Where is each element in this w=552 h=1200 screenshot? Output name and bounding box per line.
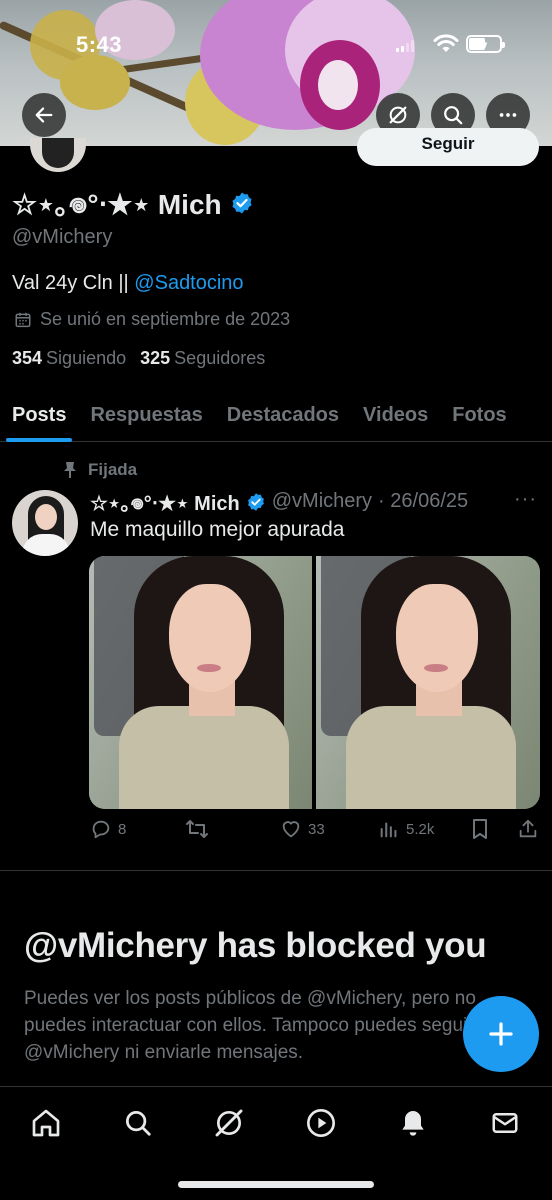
verified-badge-icon[interactable]: [230, 191, 254, 215]
post-image[interactable]: [316, 556, 540, 809]
views-icon: [380, 822, 397, 838]
post-author-name[interactable]: ☆⋆｡𖦹°‧★⋆ Mich: [90, 487, 240, 516]
battery-icon: ϟ: [466, 35, 505, 53]
compose-button[interactable]: [463, 996, 539, 1072]
share-button[interactable]: [517, 818, 539, 840]
bio-mention-link[interactable]: @Sadtocino: [134, 272, 243, 294]
nav-notifications[interactable]: [393, 1103, 433, 1143]
reply-button[interactable]: 8: [90, 818, 126, 840]
profile-handle: @vMichery: [12, 226, 113, 248]
heart-icon: [282, 821, 300, 838]
grok-icon: [389, 106, 407, 124]
home-indicator[interactable]: [178, 1181, 374, 1188]
home-icon: [32, 1109, 60, 1137]
blocked-description: Puedes ver los posts públicos de @vMiche…: [24, 988, 490, 1063]
joined-date: Se unió en septiembre de 2023: [14, 309, 290, 330]
plus-icon: [489, 1022, 513, 1046]
like-count: 33: [308, 820, 325, 838]
verified-badge-icon: [247, 492, 264, 511]
nav-messages[interactable]: [485, 1103, 525, 1143]
following-count: 354: [12, 348, 43, 368]
section-divider: [0, 870, 552, 871]
share-icon: [519, 819, 537, 838]
tab-photos[interactable]: Fotos: [440, 388, 518, 442]
nav-video[interactable]: [301, 1103, 341, 1143]
profile-tabs: Posts Respuestas Destacados Videos Fotos: [0, 388, 552, 442]
post-header: ☆⋆｡𖦹°‧★⋆ Mich @vMichery · 26/06/25: [90, 487, 468, 516]
post-date: · 26/06/25: [378, 490, 469, 512]
tab-highlights[interactable]: Destacados: [215, 388, 351, 442]
tab-videos[interactable]: Videos: [351, 388, 440, 442]
post-author-handle[interactable]: @vMichery: [272, 490, 372, 513]
display-name-text: ☆⋆｡𖦹°‧★⋆ Mich: [12, 189, 222, 220]
status-time: 5:43: [76, 32, 123, 57]
search-icon: [126, 1111, 151, 1136]
bell-icon: [402, 1111, 424, 1136]
status-bar: 5:43 ϟ: [0, 0, 552, 80]
post-more-button[interactable]: ···: [514, 488, 537, 511]
followers-count: 325: [140, 348, 171, 368]
follow-button[interactable]: Seguir: [357, 128, 539, 166]
reply-icon: [92, 820, 110, 839]
back-button[interactable]: [22, 93, 66, 137]
calendar-icon: [15, 312, 31, 327]
bio-text: Val 24y Cln ||: [12, 272, 135, 294]
post-image[interactable]: [89, 556, 312, 809]
pin-icon: [64, 462, 76, 478]
blocked-title: @vMichery has blocked you: [24, 926, 487, 965]
play-icon: [307, 1109, 335, 1137]
pinned-indicator: Fijada: [62, 460, 137, 480]
search-icon: [444, 106, 463, 125]
tab-posts[interactable]: Posts: [0, 388, 78, 442]
mail-icon: [492, 1113, 518, 1133]
profile-display-name: ☆⋆｡𖦹°‧★⋆ Mich: [12, 183, 254, 223]
grok-icon: [215, 1109, 243, 1137]
followers-label: Seguidores: [174, 348, 266, 368]
repost-icon: [186, 820, 208, 838]
profile-bio: Val 24y Cln || @Sadtocino: [12, 272, 244, 295]
more-icon: [499, 113, 517, 117]
post-text: Me maquillo mejor apurada: [90, 518, 345, 541]
tab-replies[interactable]: Respuestas: [78, 388, 214, 442]
views-count: 5.2k: [406, 820, 435, 838]
views-button[interactable]: 5.2k: [378, 818, 434, 840]
nav-search[interactable]: [118, 1103, 158, 1143]
bookmark-icon: [473, 819, 487, 839]
profile-avatar[interactable]: [30, 138, 86, 172]
post-author-avatar[interactable]: [12, 490, 78, 556]
followers-link[interactable]: 325 Seguidores: [140, 348, 265, 369]
nav-home[interactable]: [26, 1103, 66, 1143]
bookmark-button[interactable]: [470, 818, 490, 840]
following-label: Siguiendo: [46, 348, 127, 368]
wifi-icon: [433, 34, 459, 52]
following-link[interactable]: 354 Siguiendo: [12, 348, 126, 369]
pinned-label: Fijada: [88, 460, 138, 479]
cellular-signal-icon: [396, 40, 414, 52]
post-actions: 8 33 5.2k: [90, 818, 540, 848]
joined-text: Se unió en septiembre de 2023: [40, 309, 291, 329]
arrow-left-icon: [35, 107, 53, 123]
like-button[interactable]: 33: [280, 818, 325, 840]
follow-stats: 354 Siguiendo 325 Seguidores: [12, 348, 265, 369]
nav-grok[interactable]: [209, 1103, 249, 1143]
repost-button[interactable]: [185, 818, 215, 840]
reply-count: 8: [118, 820, 127, 838]
